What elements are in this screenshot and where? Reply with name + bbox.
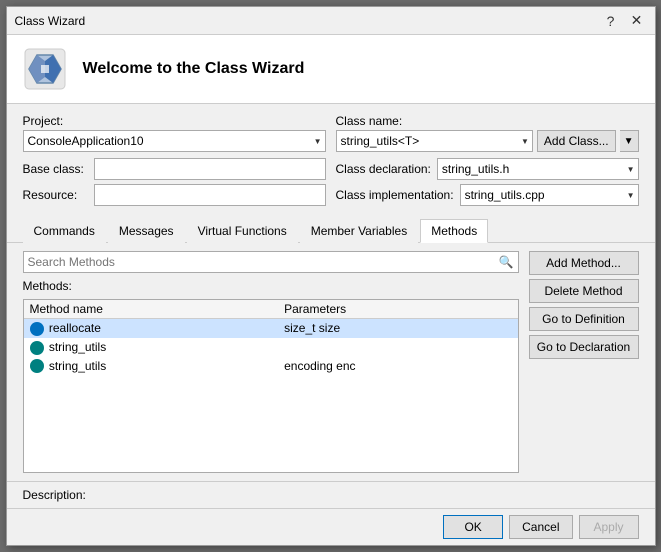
- method-public-icon: [30, 359, 44, 373]
- decl-impl-group: Class declaration: string_utils.h Class …: [336, 158, 639, 206]
- class-wizard-dialog: Class Wizard ? ✕ Welcome to the Class Wi…: [6, 6, 656, 546]
- tab-messages[interactable]: Messages: [108, 219, 185, 243]
- dialog-title: Class Wizard: [15, 14, 86, 28]
- cancel-button[interactable]: Cancel: [509, 515, 572, 539]
- class-decl-row: Class declaration: string_utils.h: [336, 158, 639, 180]
- methods-table-container: Method name Parameters reallocate size_t…: [23, 299, 519, 473]
- project-label: Project:: [23, 114, 326, 128]
- col-parameters: Parameters: [278, 300, 517, 319]
- table-row[interactable]: string_utils encoding enc: [24, 357, 518, 376]
- class-decl-select[interactable]: string_utils.h: [437, 158, 639, 180]
- title-bar-buttons: ? ✕: [601, 11, 647, 31]
- form-section: Project: ConsoleApplication10 Class name…: [7, 104, 655, 218]
- add-class-button[interactable]: Add Class...: [537, 130, 616, 152]
- left-panel: 🔍 Methods: Method name Parameters: [23, 251, 519, 473]
- project-select-wrapper: ConsoleApplication10: [23, 130, 326, 152]
- col-method-name: Method name: [24, 300, 279, 319]
- search-box: 🔍: [23, 251, 519, 273]
- content-section: 🔍 Methods: Method name Parameters: [7, 243, 655, 481]
- apply-button[interactable]: Apply: [579, 515, 639, 539]
- method-name-cell: string_utils: [24, 357, 279, 376]
- classname-group: Class name: string_utils<T> Add Class...…: [336, 114, 639, 152]
- method-public-icon: [30, 341, 44, 355]
- method-private-icon: [30, 322, 44, 336]
- add-method-button[interactable]: Add Method...: [529, 251, 639, 275]
- tabs-bar: Commands Messages Virtual Functions Memb…: [7, 218, 655, 243]
- base-class-input[interactable]: [94, 158, 326, 180]
- classname-select[interactable]: string_utils<T>: [336, 130, 533, 152]
- method-params-cell: size_t size: [278, 319, 517, 338]
- tab-virtual-functions[interactable]: Virtual Functions: [187, 219, 298, 243]
- class-decl-label: Class declaration:: [336, 162, 431, 176]
- class-decl-select-wrap: string_utils.h: [437, 158, 639, 180]
- footer: OK Cancel Apply: [7, 508, 655, 545]
- class-impl-row: Class implementation: string_utils.cpp: [336, 184, 639, 206]
- wizard-logo-icon: [23, 47, 67, 91]
- methods-table: Method name Parameters reallocate size_t…: [24, 300, 518, 375]
- help-button[interactable]: ?: [601, 11, 621, 31]
- class-impl-label: Class implementation:: [336, 188, 454, 202]
- class-impl-select[interactable]: string_utils.cpp: [460, 184, 639, 206]
- go-to-declaration-button[interactable]: Go to Declaration: [529, 335, 639, 359]
- wizard-header: Welcome to the Class Wizard: [7, 35, 655, 104]
- table-row[interactable]: string_utils: [24, 338, 518, 357]
- method-name-cell: reallocate: [24, 319, 279, 338]
- description-label: Description:: [23, 488, 86, 502]
- right-panel: Add Method... Delete Method Go to Defini…: [529, 251, 639, 473]
- search-input[interactable]: [24, 252, 495, 272]
- method-params-cell: encoding enc: [278, 357, 517, 376]
- method-name: string_utils: [49, 359, 106, 373]
- wizard-title: Welcome to the Class Wizard: [83, 60, 305, 78]
- resource-label: Resource:: [23, 188, 88, 202]
- project-group: Project: ConsoleApplication10: [23, 114, 326, 152]
- tab-commands[interactable]: Commands: [23, 219, 106, 243]
- method-name: string_utils: [49, 340, 106, 354]
- ok-button[interactable]: OK: [443, 515, 503, 539]
- table-row[interactable]: reallocate size_t size: [24, 319, 518, 338]
- method-params-cell: [278, 338, 517, 357]
- class-impl-select-wrap: string_utils.cpp: [460, 184, 639, 206]
- classname-row: string_utils<T> Add Class... ▼: [336, 130, 639, 152]
- search-icon-button[interactable]: 🔍: [495, 255, 518, 269]
- classname-select-wrapper: string_utils<T>: [336, 130, 533, 152]
- method-name-cell: string_utils: [24, 338, 279, 357]
- project-select[interactable]: ConsoleApplication10: [23, 130, 326, 152]
- classname-label: Class name:: [336, 114, 639, 128]
- go-to-definition-button[interactable]: Go to Definition: [529, 307, 639, 331]
- description-section: Description:: [7, 481, 655, 508]
- method-name: reallocate: [49, 321, 101, 335]
- methods-label: Methods:: [23, 279, 519, 293]
- tab-member-variables[interactable]: Member Variables: [300, 219, 418, 243]
- title-bar: Class Wizard ? ✕: [7, 7, 655, 35]
- tab-methods[interactable]: Methods: [420, 219, 488, 243]
- base-resource-group: Base class: Resource:: [23, 158, 326, 206]
- base-class-row: Base class:: [23, 158, 326, 180]
- resource-input[interactable]: [94, 184, 326, 206]
- delete-method-button[interactable]: Delete Method: [529, 279, 639, 303]
- resource-row: Resource:: [23, 184, 326, 206]
- add-class-split-button[interactable]: ▼: [620, 130, 639, 152]
- close-button[interactable]: ✕: [627, 11, 647, 31]
- base-decl-row: Base class: Resource: Class declaration:…: [23, 158, 639, 206]
- base-class-label: Base class:: [23, 162, 88, 176]
- project-classname-row: Project: ConsoleApplication10 Class name…: [23, 114, 639, 152]
